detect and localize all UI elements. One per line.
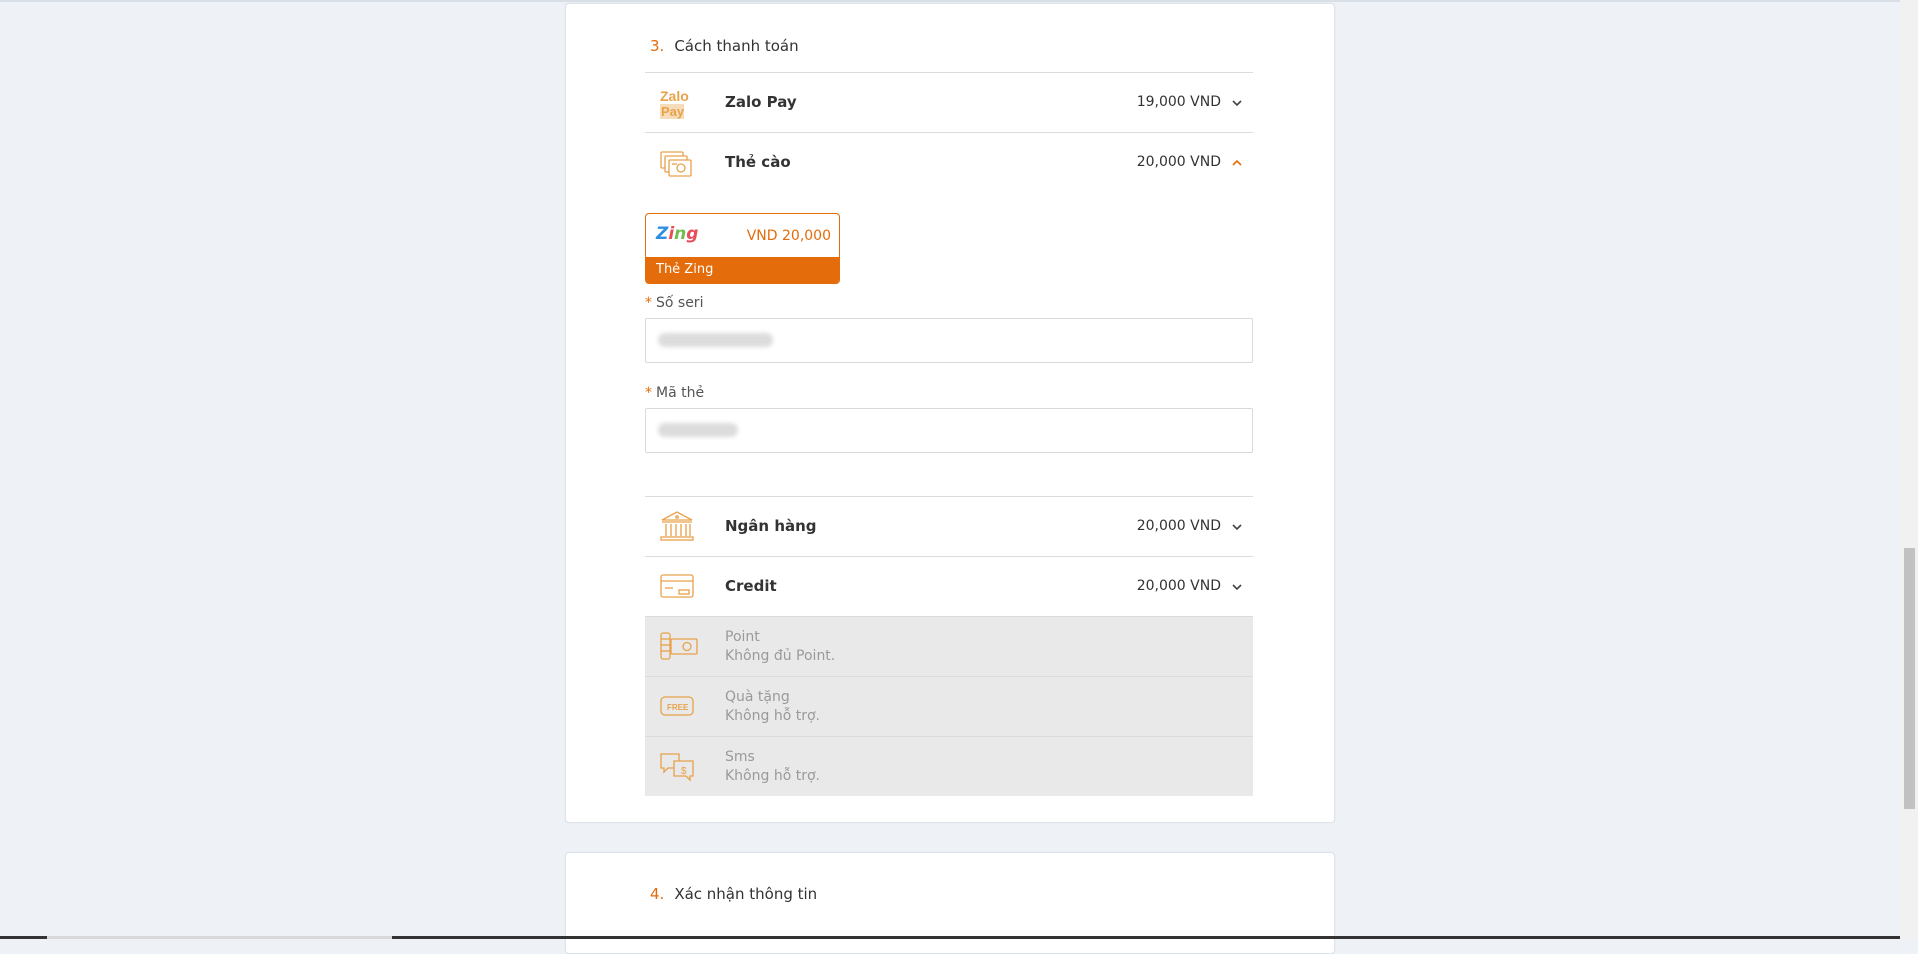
section-title-text: Cách thanh toán: [674, 37, 799, 55]
zing-card-option[interactable]: Zing VND 20,000 Thẻ Zing: [645, 213, 840, 284]
coins-icon: [659, 629, 698, 663]
bank-icon: [659, 509, 695, 543]
method-name: Thẻ cào: [725, 153, 791, 171]
chevron-down-icon[interactable]: [1231, 521, 1243, 533]
method-name: Quà tặng: [725, 689, 790, 705]
method-point-disabled: Point Không đủ Point.: [645, 616, 1253, 676]
page-top-divider: [0, 0, 1900, 2]
code-label: * Mã thẻ: [645, 385, 704, 401]
payment-method-section: 3. Cách thanh toán Zalo Pay Zalo Pay 19,0…: [565, 3, 1335, 823]
card-code-input[interactable]: [645, 408, 1253, 453]
zing-card-label-bar: Thẻ Zing: [646, 257, 839, 283]
method-price: 20,000 VND: [1136, 154, 1221, 170]
method-note: Không đủ Point.: [725, 648, 836, 664]
method-zalopay[interactable]: Zalo Pay Zalo Pay 19,000 VND: [645, 72, 1253, 131]
free-gift-icon: FREE: [659, 689, 695, 723]
method-price: 20,000 VND: [1136, 518, 1221, 534]
scratch-card-icon: [659, 145, 695, 179]
zalopay-icon: Zalo Pay: [659, 85, 695, 119]
method-name: Zalo Pay: [725, 93, 797, 111]
svg-text:$: $: [681, 766, 687, 777]
serial-label: * Số seri: [645, 295, 703, 311]
method-price: 19,000 VND: [1136, 94, 1221, 110]
scrollbar-thumb[interactable]: [1904, 548, 1915, 809]
method-bank[interactable]: Ngân hàng 20,000 VND: [645, 496, 1253, 555]
sms-icon: $: [659, 749, 695, 783]
section-title: 3. Cách thanh toán: [650, 37, 799, 55]
section-number: 3.: [650, 37, 665, 55]
section-title: 4. Xác nhận thông tin: [650, 885, 817, 903]
required-mark: *: [645, 295, 652, 311]
redacted-value: [658, 333, 773, 347]
method-note: Không hỗ trợ.: [725, 708, 820, 724]
method-name: Point: [725, 629, 760, 645]
zing-card-amount: VND 20,000: [746, 228, 831, 244]
zalopay-logo-line2: Pay: [661, 104, 685, 119]
method-name: Credit: [725, 577, 777, 595]
chevron-up-icon[interactable]: [1231, 157, 1243, 169]
section-number: 4.: [650, 885, 665, 903]
method-name: Sms: [725, 749, 755, 765]
method-note: Không hỗ trợ.: [725, 768, 820, 784]
serial-input[interactable]: [645, 318, 1253, 363]
method-name: Ngân hàng: [725, 517, 817, 535]
zing-card-label: Thẻ Zing: [656, 262, 714, 277]
redacted-value: [658, 423, 738, 437]
page-scrollbar[interactable]: [1900, 0, 1918, 939]
method-price: 20,000 VND: [1136, 578, 1221, 594]
zing-logo: Zing: [656, 224, 699, 244]
method-sms-disabled: $ Sms Không hỗ trợ.: [645, 736, 1253, 796]
chevron-down-icon[interactable]: [1231, 97, 1243, 109]
method-credit[interactable]: Credit 20,000 VND: [645, 556, 1253, 615]
method-gift-disabled: FREE Quà tặng Không hỗ trợ.: [645, 676, 1253, 736]
chevron-down-icon[interactable]: [1231, 581, 1243, 593]
method-scratch-card[interactable]: Thẻ cào 20,000 VND: [645, 132, 1253, 191]
zalopay-logo-line1: Zalo: [660, 88, 689, 104]
required-mark: *: [645, 385, 652, 401]
code-label-text: Mã thẻ: [656, 385, 705, 401]
payment-method-list: Zalo Pay Zalo Pay 19,000 VND Thẻ cào 20,…: [645, 69, 1253, 799]
free-badge-text: FREE: [667, 703, 689, 712]
credit-card-icon: [659, 569, 695, 603]
serial-label-text: Số seri: [656, 295, 704, 311]
section-title-text: Xác nhận thông tin: [674, 885, 818, 903]
